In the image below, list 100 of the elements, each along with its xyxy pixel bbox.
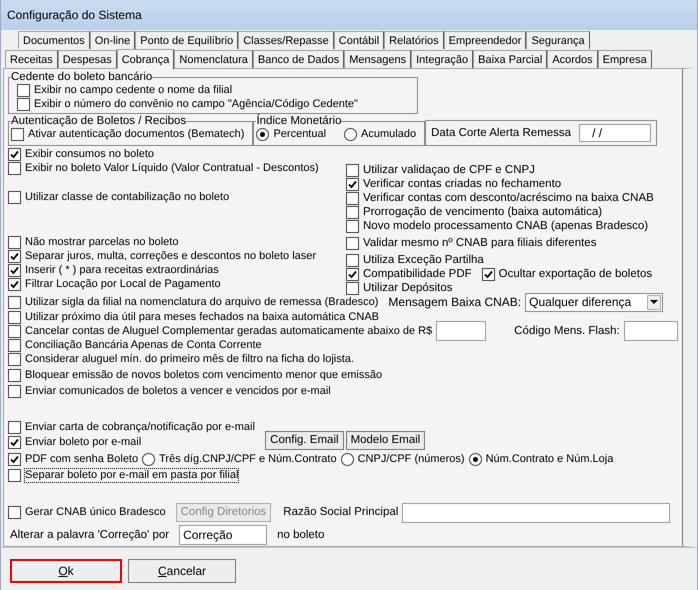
window-title: Configuração do Sistema (7, 8, 142, 22)
checkbox[interactable] (346, 254, 359, 267)
tab[interactable]: Receitas (5, 50, 58, 68)
checkbox[interactable] (346, 282, 359, 295)
checkbox-label: Utilizar sigla da filial na nomenclatura do arquivo de remessa (Bradesco) (25, 296, 378, 309)
checkbox[interactable] (8, 278, 21, 291)
amount-field[interactable] (436, 321, 486, 342)
checkbox-label: Não mostrar parcelas no boleto (25, 236, 178, 249)
radio-button[interactable] (344, 128, 358, 140)
checkbox[interactable] (482, 268, 495, 281)
checkbox[interactable] (8, 352, 21, 366)
checkbox-label: Utilizar validaçao de CPF e CNPJ (363, 164, 535, 177)
checkbox-label: Verificar contas criadas no fechamento (363, 178, 562, 191)
push-button[interactable]: Config. Email (265, 430, 344, 450)
checkbox-label: Separar boleto por e-mail em pasta por filial (25, 468, 238, 482)
radio-button[interactable] (468, 452, 482, 466)
tab[interactable]: Segurança (526, 31, 590, 49)
date-field[interactable]: / / (579, 124, 652, 142)
tab[interactable]: Contábil (334, 31, 384, 49)
text-field[interactable] (402, 502, 670, 523)
radio-label: Percentual (273, 128, 326, 140)
tab[interactable]: Baixa Parcial (473, 50, 548, 68)
checkbox[interactable] (17, 98, 30, 110)
checkbox[interactable] (346, 236, 359, 250)
text-field[interactable]: Correção (179, 525, 268, 546)
checkbox[interactable] (8, 250, 21, 263)
checkbox[interactable] (8, 296, 21, 309)
code-field[interactable] (624, 321, 678, 342)
checkbox-label: Utilizar classe de contabilização no boleto (25, 190, 230, 204)
checkbox[interactable] (346, 164, 359, 177)
tab[interactable]: Classes/Repasse (238, 31, 334, 49)
tab[interactable]: Integração (411, 50, 474, 68)
checkbox-label: Exibir no boleto Valor Líquido (Valor Contratual - Descontos) (25, 162, 319, 175)
tab[interactable]: Ponto de Equilíbrio (135, 31, 238, 49)
checkbox-label: Novo modelo processamento CNAB (apenas Bradesco) (363, 220, 648, 233)
checkbox-label: Validar mesmo nº CNAB para filiais diferentes (363, 236, 596, 250)
checkbox-label: Exibir o número do convênio no campo "Agência/Código Cedente" (34, 98, 358, 110)
checkbox-label: Compatibilidade PDF (363, 268, 472, 281)
checkbox[interactable] (8, 384, 21, 398)
tab[interactable]: Banco de Dados (252, 50, 344, 68)
checkbox-label: Bloquear emissão de novos boletos com vencimento menor que emissão (25, 368, 382, 382)
checkbox-label: Considerar aluguel mín. do primeiro mês de filtro na ficha do lojista. (25, 352, 354, 366)
tab[interactable]: Documentos (18, 31, 90, 49)
checkbox-label: PDF com senha Boleto (25, 452, 138, 466)
tab[interactable]: Despesas (58, 50, 117, 68)
checkbox[interactable] (17, 84, 30, 96)
checkbox[interactable] (8, 420, 21, 434)
checkbox[interactable] (346, 268, 359, 281)
checkbox-label: Conciliação Bancária Apenas de Conta Corrente (25, 338, 262, 352)
checkbox[interactable] (8, 236, 21, 249)
checkbox[interactable] (8, 148, 21, 161)
tab[interactable]: Empresa (598, 50, 652, 68)
tab[interactable]: Nomenclatura (174, 50, 253, 68)
checkbox-label: Enviar comunicados de boletos a vencer e vencidos por e-mail (25, 384, 331, 398)
tab[interactable]: Mensagens (344, 50, 412, 68)
checkbox-label: Gerar CNAB único Bradesco (25, 506, 166, 520)
checkbox-label: Utilizar próximo dia útil para meses fechados na baixa automática CNAB (25, 310, 379, 324)
radio-button[interactable] (256, 128, 270, 140)
checkbox[interactable] (346, 206, 359, 219)
dialog-button[interactable]: Ok (10, 559, 122, 583)
radio-label: CNPJ/CPF (números) (358, 452, 465, 466)
tab[interactable]: Relatórios (384, 31, 444, 49)
checkbox[interactable] (8, 264, 21, 277)
radio-button[interactable] (340, 452, 354, 466)
checkbox[interactable] (346, 178, 359, 191)
checkbox-label: Utiliza Exceção Partilha (363, 254, 484, 267)
checkbox-label: Enviar boleto por e-mail (25, 436, 142, 449)
checkbox[interactable] (8, 452, 21, 466)
checkbox-label: Exibir no campo cedente o nome da filial (34, 84, 232, 96)
checkbox[interactable] (8, 368, 21, 382)
checkbox-label: Ocultar exportação de boletos (498, 268, 652, 281)
checkbox-label: Filtrar Locação por Local de Pagamento (25, 278, 221, 291)
checkbox[interactable] (8, 506, 21, 520)
field-label: no boleto (277, 528, 324, 542)
push-button[interactable]: Modelo Email (346, 430, 426, 450)
tab[interactable]: Cobrança (116, 49, 174, 69)
radio-label: Acumulado (361, 128, 416, 140)
checkbox[interactable] (11, 128, 24, 140)
checkbox[interactable] (346, 192, 359, 205)
field-label: Razão Social Principal (283, 506, 398, 520)
checkbox[interactable] (8, 338, 21, 352)
checkbox[interactable] (8, 190, 21, 204)
group-title: Autenticação de Boletos / Recibos (11, 115, 186, 127)
dropdown[interactable]: Qualquer diferença (525, 292, 664, 312)
checkbox[interactable] (8, 324, 21, 338)
checkbox-label: Separar juros, multa, correções e descontos no boleto laser (25, 250, 316, 263)
radio-button[interactable] (142, 452, 156, 466)
checkbox[interactable] (8, 310, 21, 324)
checkbox-label: Exibir consumos no boleto (25, 148, 154, 161)
checkbox[interactable] (8, 468, 21, 482)
checkbox-label: Inserir ( * ) para receitas extraordinárias (25, 264, 219, 277)
dialog-button[interactable]: Cancelar (128, 559, 236, 583)
tab[interactable]: On-line (90, 31, 136, 49)
tab[interactable]: Acordos (547, 50, 598, 68)
checkbox[interactable] (346, 220, 359, 233)
tab[interactable]: Empreendedor (444, 31, 526, 49)
radio-label: Núm.Contrato e Núm.Loja (486, 452, 614, 466)
checkbox-label: Verificar contas com desconto/acréscimo na baixa CNAB (363, 192, 654, 205)
checkbox[interactable] (8, 436, 21, 449)
checkbox[interactable] (8, 162, 21, 175)
